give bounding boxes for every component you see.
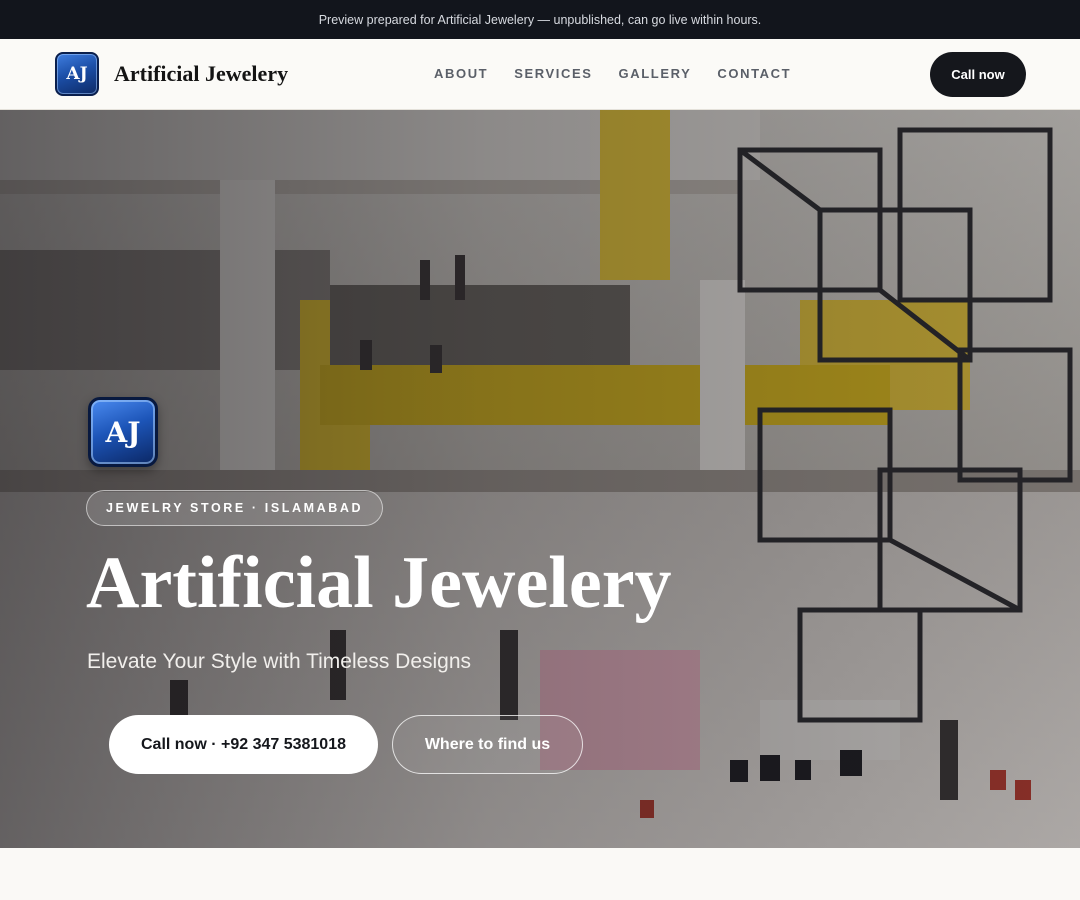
main-nav: ABOUT SERVICES GALLERY CONTACT: [434, 66, 791, 81]
hero-subtitle: Elevate Your Style with Timeless Designs: [87, 650, 472, 673]
brand-name[interactable]: Artificial Jewelery: [114, 61, 288, 87]
site-header: AJ Artificial Jewelery ABOUT SERVICES GA…: [0, 39, 1080, 110]
find-us-button[interactable]: Where to find us: [392, 715, 583, 774]
hero-title: Artificial Jewelery: [86, 542, 672, 624]
nav-about[interactable]: ABOUT: [434, 66, 488, 81]
hero-logo-icon: AJ: [88, 397, 158, 467]
preview-banner-text: Preview prepared for Artificial Jewelery…: [318, 12, 762, 27]
preview-banner: Preview prepared for Artificial Jewelery…: [0, 0, 1080, 39]
nav-gallery[interactable]: GALLERY: [619, 66, 692, 81]
category-badge: JEWELRY STORE · ISLAMABAD: [86, 490, 384, 526]
nav-contact[interactable]: CONTACT: [717, 66, 791, 81]
logo-icon[interactable]: AJ: [55, 52, 99, 96]
hero-section: AJ JEWELRY STORE · ISLAMABAD Artificial …: [0, 110, 1080, 848]
call-now-button[interactable]: Call now · +92 347 5381018: [109, 715, 378, 774]
nav-services[interactable]: SERVICES: [514, 66, 592, 81]
below-fold-section: [0, 848, 1080, 900]
header-call-button[interactable]: Call now: [930, 52, 1026, 97]
